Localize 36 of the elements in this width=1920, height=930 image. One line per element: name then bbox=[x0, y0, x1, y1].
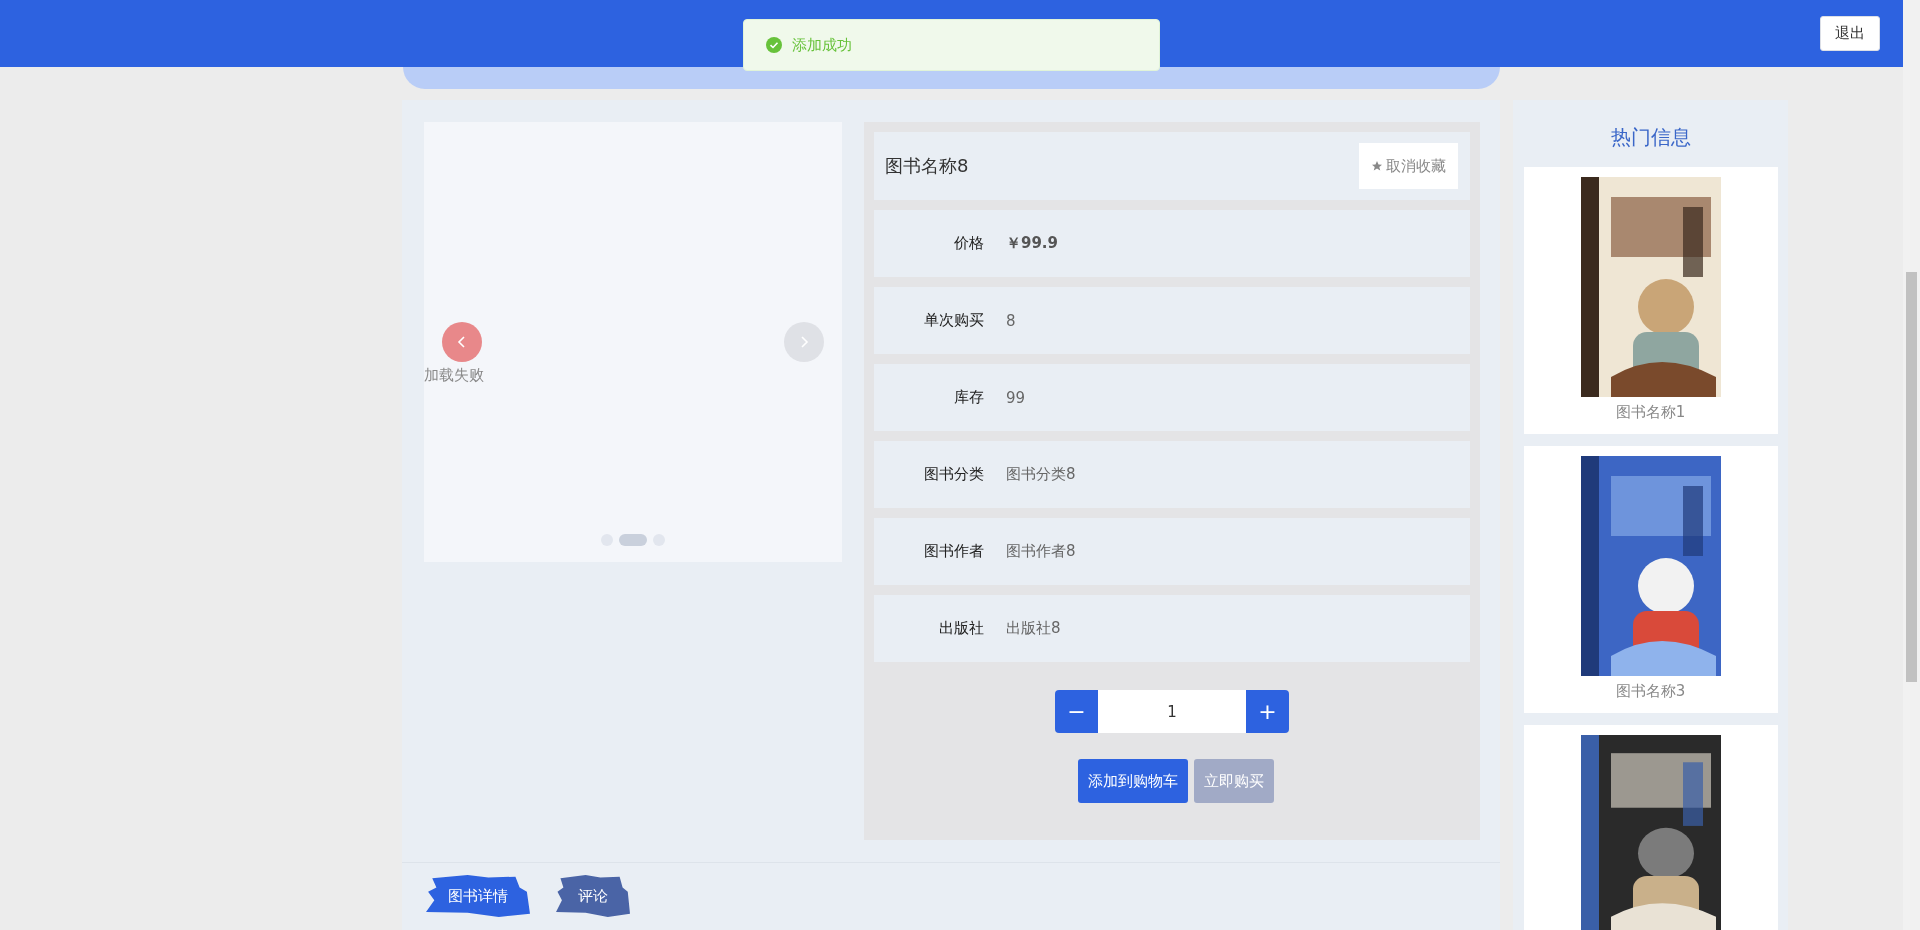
hot-book-card[interactable]: 图书名称1 bbox=[1523, 167, 1778, 434]
next-button[interactable] bbox=[784, 322, 824, 362]
load-error-text: 加载失败 bbox=[424, 366, 484, 385]
detail-tab[interactable]: 图书详情 bbox=[426, 875, 530, 917]
hot-book-title: 图书名称3 bbox=[1615, 682, 1686, 701]
field-label: 单次购买 bbox=[923, 311, 984, 330]
panel-title: 热门信息 bbox=[1610, 124, 1691, 151]
field-label: 图书分类 bbox=[923, 465, 984, 484]
field-value: 出版社8 bbox=[1006, 619, 1061, 638]
field-label: 出版社 bbox=[938, 619, 984, 638]
field-value: 图书分类8 bbox=[1006, 465, 1076, 484]
price-value: ￥99.9 bbox=[1006, 234, 1058, 253]
check-circle-icon bbox=[766, 37, 782, 53]
carousel-indicator[interactable] bbox=[619, 534, 647, 546]
field-value: 图书作者8 bbox=[1006, 542, 1076, 561]
chevron-right-icon bbox=[799, 335, 809, 349]
field-value: 8 bbox=[1006, 311, 1016, 330]
book-title: 图书名称8 bbox=[885, 154, 969, 178]
favorite-button[interactable]: 取消收藏 bbox=[1359, 143, 1458, 189]
add-to-cart-button[interactable]: 添加到购物车 bbox=[1078, 759, 1188, 803]
star-icon bbox=[1371, 160, 1383, 172]
hot-book-card[interactable] bbox=[1523, 725, 1778, 930]
previous-button[interactable] bbox=[442, 322, 482, 362]
field-label: 图书作者 bbox=[923, 542, 984, 561]
field-label: 库存 bbox=[953, 388, 984, 407]
field-label: 价格 bbox=[953, 234, 984, 253]
logout-button[interactable]: 退出 bbox=[1820, 16, 1880, 51]
toast-message: 添加成功 bbox=[792, 35, 852, 55]
field-value: 99 bbox=[1006, 388, 1026, 407]
hot-book-title: 图书名称1 bbox=[1615, 403, 1686, 422]
increase-button[interactable]: + bbox=[1246, 690, 1289, 733]
hot-book-card[interactable]: 图书名称3 bbox=[1523, 446, 1778, 713]
decrease-button[interactable]: − bbox=[1055, 690, 1098, 733]
quantity-field[interactable]: 1 bbox=[1098, 690, 1246, 733]
detail-tab[interactable]: 评论 bbox=[556, 875, 630, 917]
chevron-left-icon bbox=[457, 335, 467, 349]
